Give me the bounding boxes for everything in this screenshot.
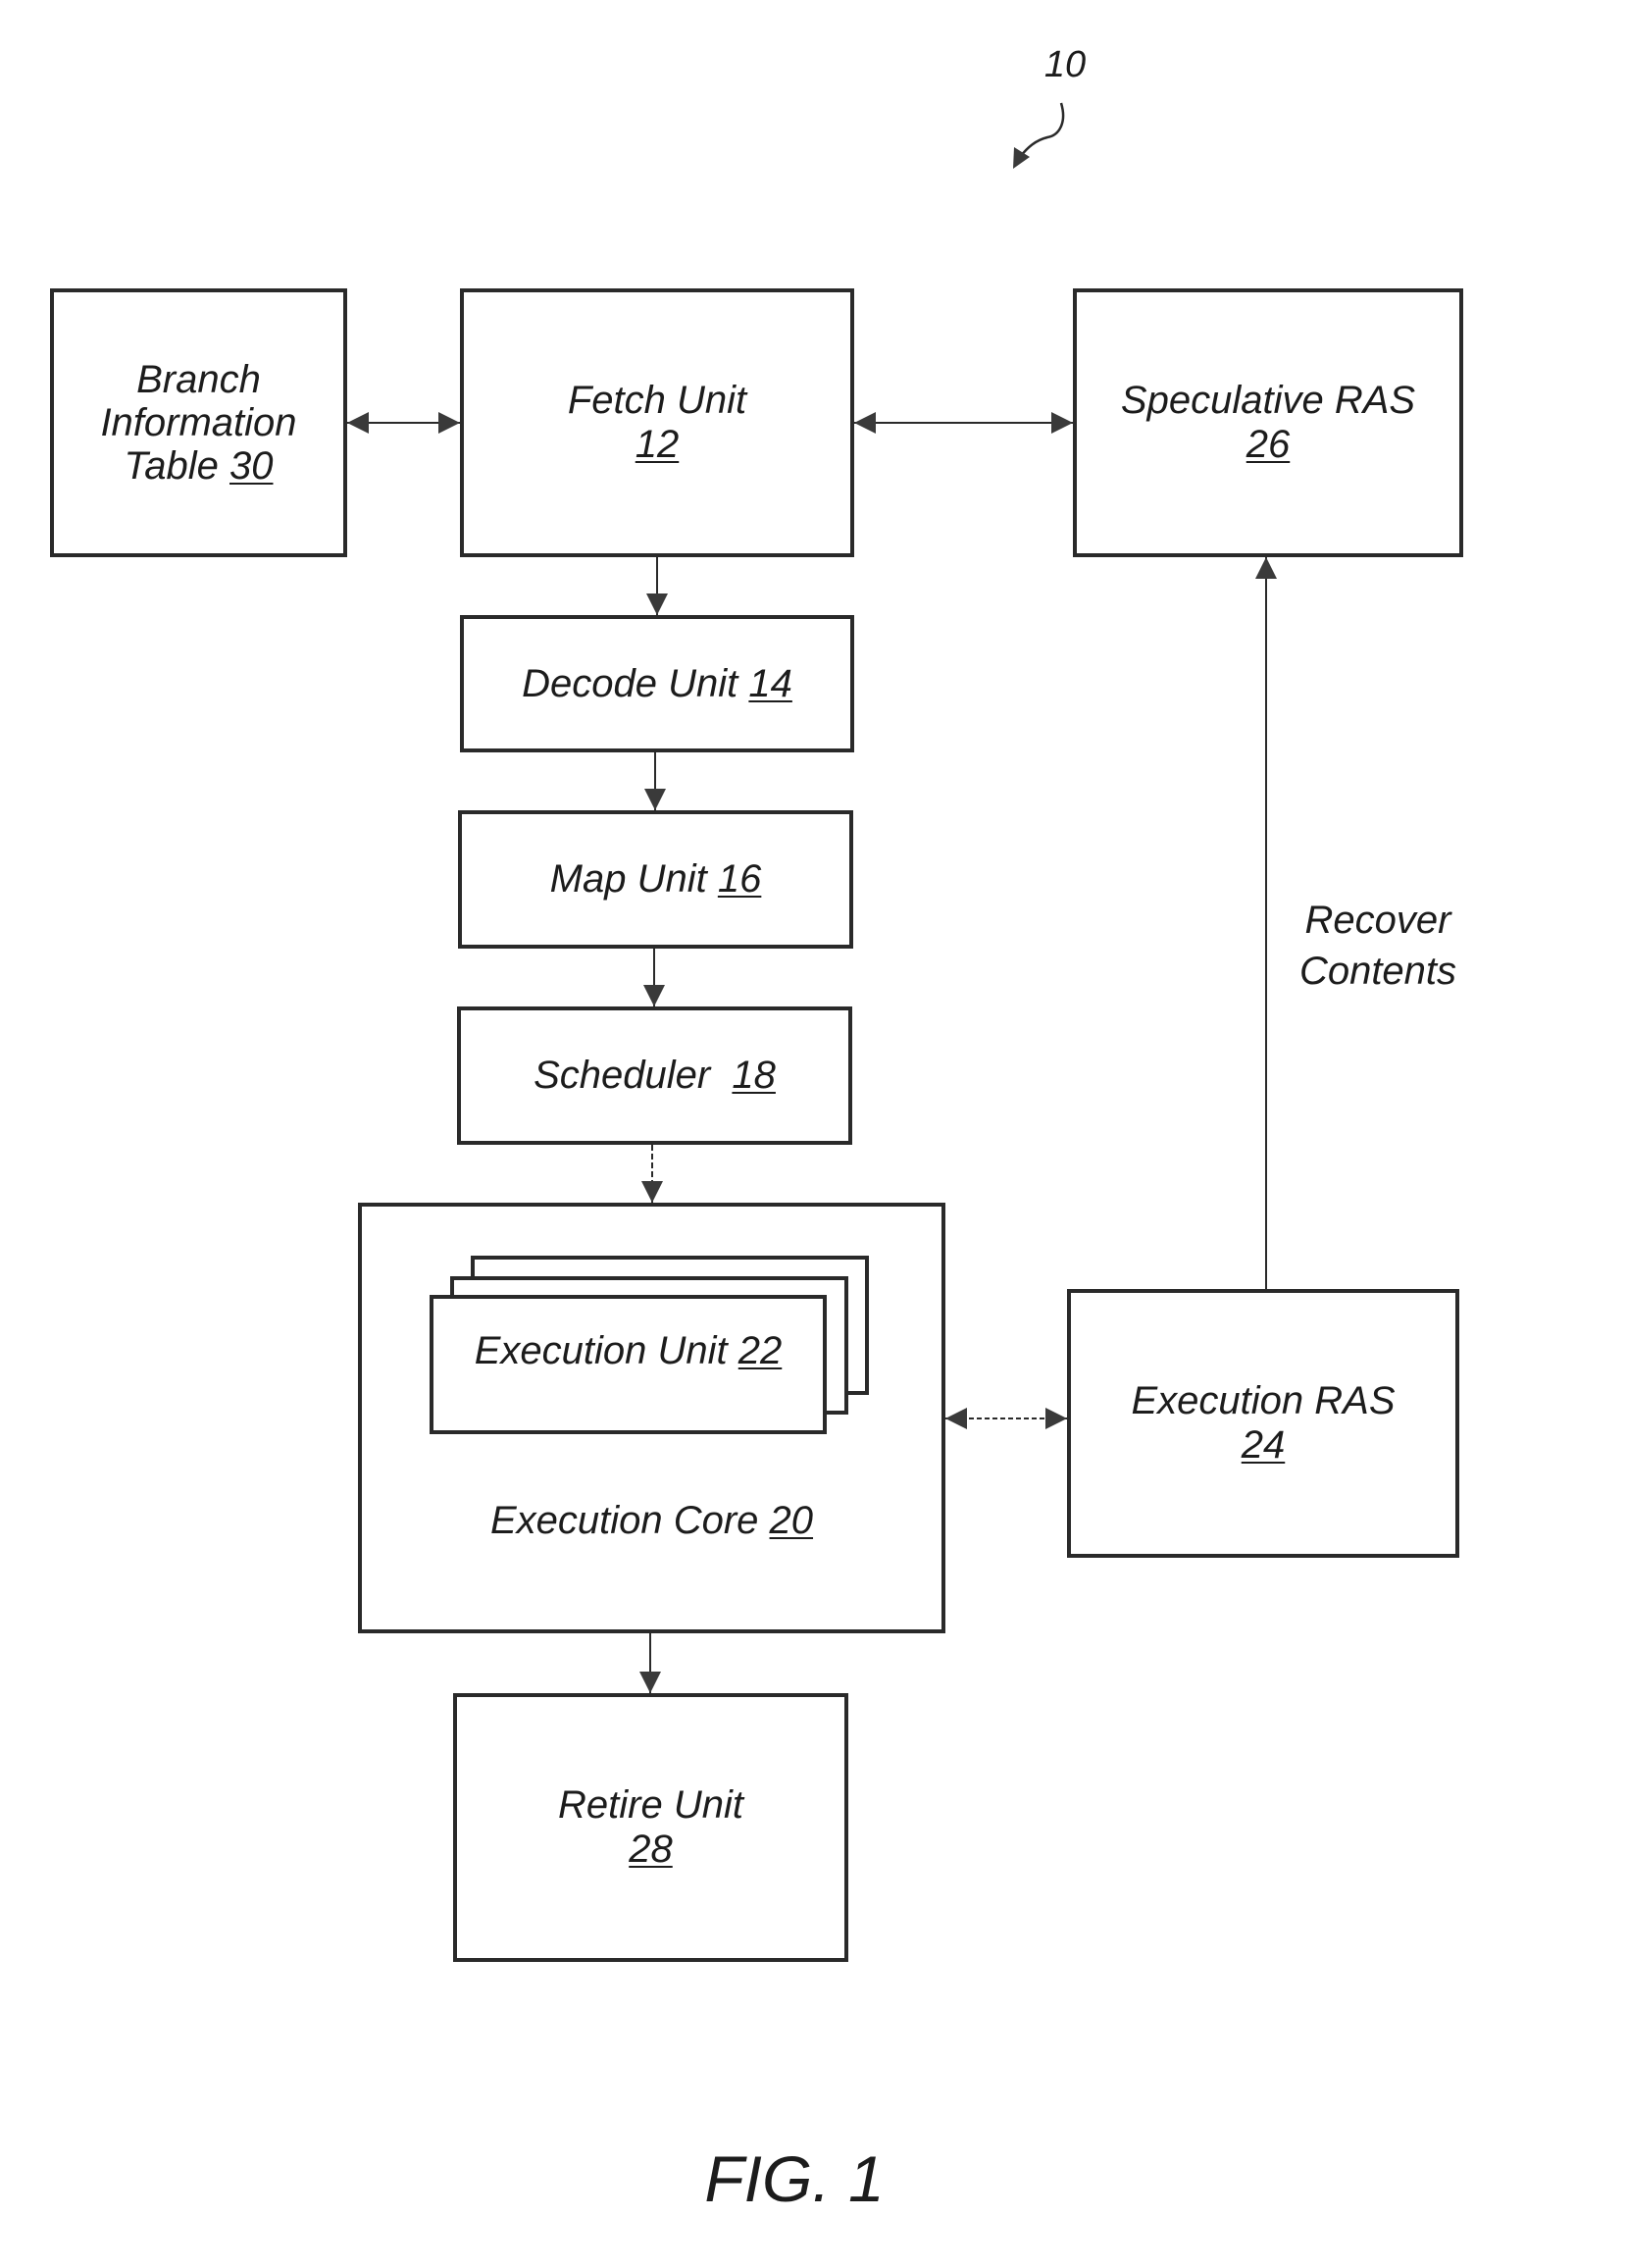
speculative-ras-name: Speculative RAS — [1120, 379, 1416, 422]
reference-number-label: 10 — [1043, 44, 1087, 85]
map-unit-text: Map Unit 16 — [549, 857, 762, 901]
scheduler-label: Scheduler 18 — [459, 1008, 850, 1143]
branch-info-table-label: Branch Information Table 30 — [52, 290, 345, 555]
execution-ras-name: Execution RAS — [1131, 1379, 1396, 1422]
execution-ras-ref: 24 — [1241, 1423, 1286, 1467]
branch-info-line-3: Table 30 — [124, 444, 274, 488]
retire-unit-ref: 28 — [629, 1828, 673, 1871]
decode-unit-label: Decode Unit 14 — [462, 617, 852, 750]
execution-unit-label: Execution Unit 22 — [432, 1297, 825, 1405]
fetch-unit-label: Fetch Unit 12 — [462, 290, 852, 555]
branch-info-line-2: Information — [100, 401, 297, 444]
fetch-unit-ref: 12 — [635, 423, 680, 466]
speculative-ras-label: Speculative RAS 26 — [1075, 290, 1461, 555]
figure-caption: FIG. 1 — [704, 2142, 885, 2215]
scheduler-text: Scheduler 18 — [534, 1054, 776, 1097]
recover-contents-label: Recover Contents — [1285, 895, 1471, 997]
retire-unit-label: Retire Unit 28 — [455, 1695, 846, 1960]
map-unit-label: Map Unit 16 — [460, 812, 851, 947]
execution-core-text: Execution Core 20 — [489, 1498, 814, 1542]
branch-info-ref: 30 — [229, 444, 274, 488]
speculative-ras-ref: 26 — [1246, 423, 1291, 466]
fetch-unit-name: Fetch Unit — [567, 379, 747, 422]
branch-info-line-1: Branch — [136, 358, 261, 401]
execution-core-label: Execution Core 20 — [360, 1491, 943, 1550]
decode-unit-text: Decode Unit 14 — [522, 661, 792, 705]
execution-ras-label: Execution RAS 24 — [1069, 1291, 1457, 1556]
recover-contents-line-2: Contents — [1298, 950, 1457, 993]
reference-leader-arrow — [1019, 102, 1065, 158]
recover-contents-line-1: Recover — [1304, 899, 1451, 942]
patent-figure: 10 Branch Information Table 30 Fetch Uni… — [0, 0, 1627, 2268]
retire-unit-name: Retire Unit — [558, 1783, 743, 1827]
execution-unit-text: Execution Unit 22 — [474, 1328, 783, 1372]
